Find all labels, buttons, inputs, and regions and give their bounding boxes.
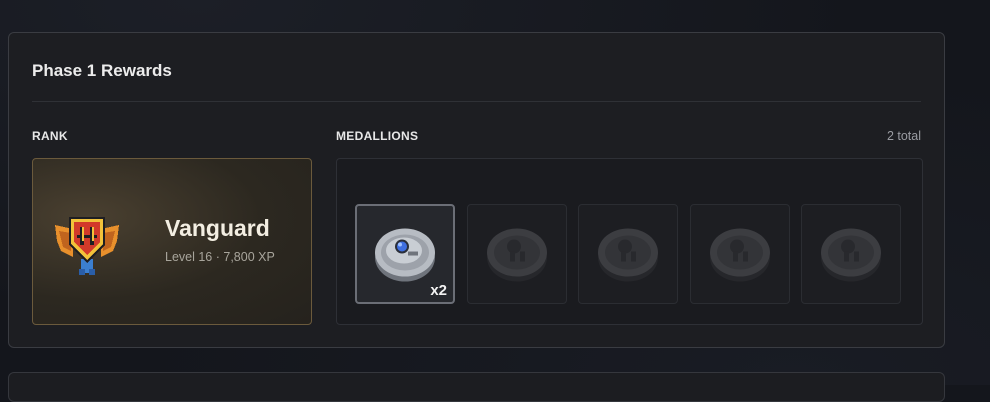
medallions-section-label: MEDALLIONS bbox=[336, 129, 418, 143]
silver-medallion-icon bbox=[368, 216, 442, 290]
next-panel bbox=[8, 372, 945, 402]
rank-section-label: RANK bbox=[32, 129, 68, 143]
title-divider bbox=[32, 101, 921, 102]
medallion-slot-5[interactable] bbox=[801, 204, 901, 304]
medallions-total: 2 total bbox=[887, 129, 921, 143]
locked-medallion-icon bbox=[591, 216, 665, 290]
medallions-container: x2 bbox=[336, 158, 923, 325]
medallion-count: x2 bbox=[430, 282, 447, 299]
medallion-slot-1[interactable]: x2 bbox=[355, 204, 455, 304]
locked-medallion-icon bbox=[480, 216, 554, 290]
medallion-slot-3[interactable] bbox=[578, 204, 678, 304]
vanguard-rank-emblem-icon bbox=[51, 207, 123, 279]
rank-level-xp: Level 16 · 7,800 XP bbox=[165, 250, 275, 264]
rewards-panel: Phase 1 Rewards RANK MEDALLIONS 2 total bbox=[8, 32, 945, 348]
panel-title: Phase 1 Rewards bbox=[32, 61, 172, 81]
rank-card[interactable]: Vanguard Level 16 · 7,800 XP bbox=[32, 158, 312, 325]
medallion-slot-4[interactable] bbox=[690, 204, 790, 304]
locked-medallion-icon bbox=[814, 216, 888, 290]
medallion-slot-2[interactable] bbox=[467, 204, 567, 304]
locked-medallion-icon bbox=[703, 216, 777, 290]
rank-name: Vanguard bbox=[165, 215, 270, 242]
